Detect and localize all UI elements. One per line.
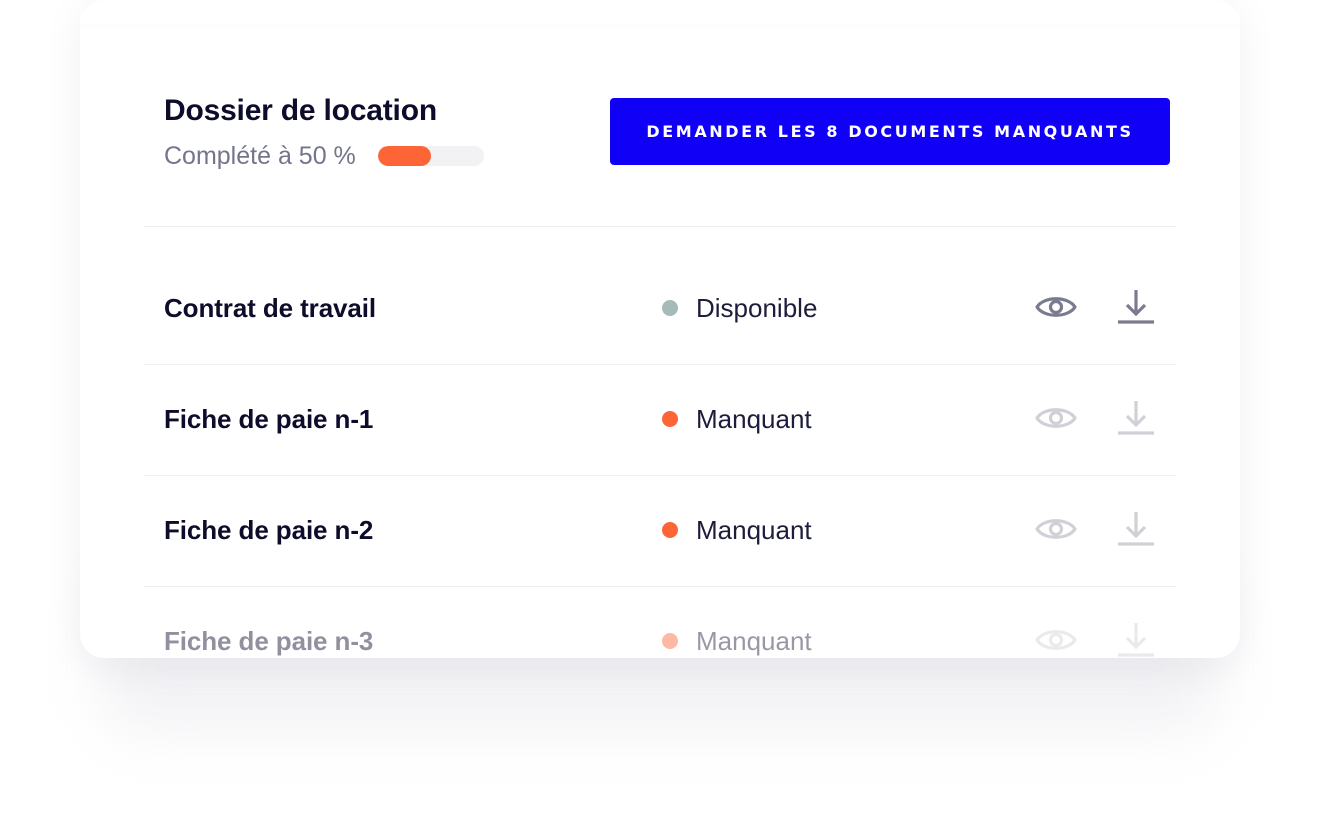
status-dot [662, 300, 678, 316]
request-missing-documents-button[interactable]: DEMANDER LES 8 DOCUMENTS MANQUANTS [610, 98, 1170, 165]
view-document-button[interactable] [1034, 508, 1078, 552]
status-label: Manquant [696, 404, 812, 434]
document-row: Fiche de paie n-2 Manquant [144, 476, 1176, 587]
header-divider [144, 226, 1176, 227]
document-row: Contrat de travail Disponible [144, 254, 1176, 365]
document-status: Manquant [662, 623, 812, 658]
progress-bar-fill [377, 146, 431, 166]
document-name: Fiche de paie n-1 [164, 404, 374, 434]
card-title: Dossier de location [164, 94, 437, 127]
card-top-edge [80, 0, 1240, 24]
status-label: Disponible [696, 293, 818, 323]
download-icon [1116, 288, 1156, 329]
eye-icon [1035, 515, 1077, 546]
progress-label: Complété à 50 % [164, 142, 356, 170]
stage: Dossier de location Complété à 50 % DEMA… [0, 0, 1320, 818]
view-document-button[interactable] [1034, 619, 1078, 658]
document-name: Fiche de paie n-3 [164, 626, 374, 656]
status-label: Manquant [696, 515, 812, 545]
download-document-button[interactable] [1114, 286, 1158, 330]
view-document-button[interactable] [1034, 286, 1078, 330]
status-dot [662, 411, 678, 427]
document-name: Contrat de travail [164, 293, 377, 323]
status-label: Manquant [696, 626, 812, 656]
download-icon [1116, 399, 1156, 440]
document-status: Disponible [662, 290, 817, 326]
document-name: Fiche de paie n-2 [164, 515, 374, 545]
document-row: Fiche de paie n-3 Manquant [144, 587, 1176, 658]
card-header: Dossier de location Complété à 50 % [164, 92, 524, 172]
rental-file-card: Dossier de location Complété à 50 % DEMA… [80, 0, 1240, 658]
eye-icon [1035, 626, 1077, 657]
download-document-button[interactable] [1114, 508, 1158, 552]
download-icon [1116, 621, 1156, 659]
document-status: Manquant [662, 401, 812, 437]
documents-list: Contrat de travail Disponible Fiche de p… [144, 254, 1176, 658]
status-dot [662, 522, 678, 538]
document-row: Fiche de paie n-1 Manquant [144, 365, 1176, 476]
view-document-button[interactable] [1034, 397, 1078, 441]
progress-bar [377, 146, 484, 166]
progress-row: Complété à 50 % [164, 140, 524, 172]
download-document-button[interactable] [1114, 619, 1158, 658]
download-icon [1116, 510, 1156, 551]
download-document-button[interactable] [1114, 397, 1158, 441]
eye-icon [1035, 404, 1077, 435]
document-status: Manquant [662, 512, 812, 548]
status-dot [662, 633, 678, 649]
eye-icon [1035, 293, 1077, 324]
